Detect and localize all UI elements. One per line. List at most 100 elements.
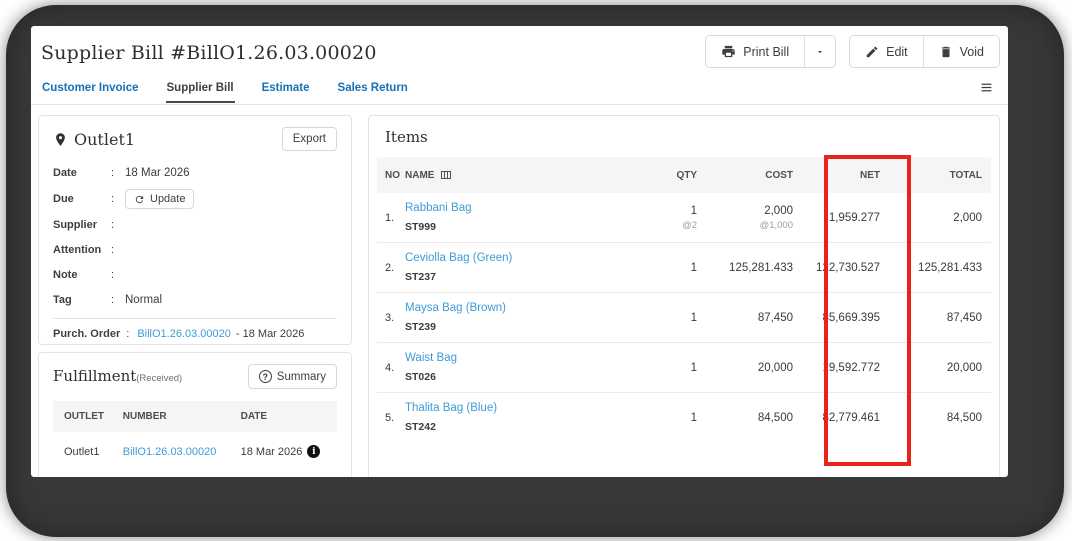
outlet-title-row: Outlet1 Export (53, 127, 337, 151)
fulfillment-table: OUTLET NUMBER DATE Outlet1 BillO1.26.03.… (53, 401, 337, 468)
edit-button[interactable]: Edit (850, 36, 923, 67)
fulfillment-header-row: OUTLET NUMBER DATE (53, 401, 337, 432)
supplier-label: Supplier (53, 219, 98, 231)
trash-icon (939, 45, 953, 59)
print-bill-label: Print Bill (743, 44, 790, 59)
date-label: Date (53, 167, 77, 179)
tab-estimate[interactable]: Estimate (261, 80, 311, 103)
item-row-5: 5. Thalita Bag (Blue) ST242 1 84,500 82,… (377, 392, 991, 442)
item-row-3: 3. Maysa Bag (Brown) ST239 1 87,450 85,6… (377, 292, 991, 343)
item-total: 84,500 (946, 411, 982, 424)
note-label: Note (53, 269, 78, 281)
summary-button[interactable]: ? Summary (247, 364, 337, 389)
menu-hamburger-icon[interactable] (979, 80, 994, 94)
print-button-group: Print Bill (705, 35, 837, 68)
col-header-no: NO (385, 169, 400, 181)
fulfillment-row: Outlet1 BillO1.26.03.00020 18 Mar 2026 i (53, 432, 337, 468)
items-header-row: NO NAME QTY COST NET TOTAL (377, 157, 991, 193)
colon: : (111, 294, 115, 306)
item-name-link[interactable]: Waist Bag (405, 352, 595, 364)
print-bill-button[interactable]: Print Bill (706, 36, 805, 67)
tab-sales-return[interactable]: Sales Return (337, 80, 409, 103)
item-no: 4. (377, 342, 405, 393)
item-qty: 1 (690, 311, 697, 324)
col-header-total: TOTAL (949, 169, 982, 181)
update-label: Update (150, 193, 186, 205)
item-qty: 1 (690, 361, 697, 374)
col-header-name: NAME (405, 157, 595, 193)
item-cost-sub: @1,000 (759, 219, 793, 231)
outlet-title: Outlet1 (53, 130, 135, 149)
detail-row-attention: Attention : (53, 240, 337, 260)
fulfillment-title-text: Fulfillment (53, 367, 137, 385)
col-header-cost: COST (765, 169, 793, 181)
item-code: ST239 (405, 321, 436, 333)
item-cost: 2,000 (764, 204, 793, 217)
item-name-link[interactable]: Ceviolla Bag (Green) (405, 252, 595, 264)
outlet-panel: Outlet1 Export Date : 18 Mar 2026 Due : (38, 115, 352, 345)
col-header-number: NUMBER (122, 411, 167, 422)
item-no: 3. (377, 292, 405, 343)
item-total: 20,000 (946, 361, 982, 374)
content-area: Outlet1 Export Date : 18 Mar 2026 Due : (31, 105, 1008, 477)
fulfillment-number-link[interactable]: BillO1.26.03.00020 (123, 446, 217, 458)
fulfillment-date: 18 Mar 2026 (240, 445, 303, 458)
tag-label: Tag (53, 294, 72, 306)
printer-icon (721, 44, 736, 59)
col-header-outlet: OUTLET (64, 411, 104, 422)
colon: : (111, 167, 115, 179)
item-code: ST237 (405, 271, 436, 283)
page-title: Supplier Bill #BillO1.26.03.00020 (41, 42, 377, 64)
item-total: 87,450 (946, 311, 982, 324)
item-name-link[interactable]: Thalita Bag (Blue) (405, 402, 595, 414)
print-options-caret[interactable] (804, 36, 836, 67)
item-net: 1,959.277 (828, 211, 880, 224)
item-cost: 84,500 (757, 411, 793, 424)
item-qty: 1 (690, 261, 697, 274)
update-due-button[interactable]: Update (125, 189, 195, 209)
item-qty-sub: @2 (682, 219, 697, 231)
outlet-name: Outlet1 (74, 129, 136, 149)
item-name-link[interactable]: Rabbani Bag (405, 202, 595, 214)
tabs-row: Customer Invoice Supplier Bill Estimate … (31, 80, 1008, 105)
item-total: 2,000 (953, 211, 982, 224)
colon: : (111, 244, 115, 256)
item-name-link[interactable]: Maysa Bag (Brown) (405, 302, 595, 314)
item-cost: 20,000 (757, 361, 793, 374)
info-icon[interactable]: i (307, 445, 321, 458)
col-header-qty: QTY (676, 169, 697, 181)
items-title: Items (385, 128, 428, 146)
item-row-1: 1. Rabbani Bag ST999 1 @2 2,000 @1,000 1,9… (377, 193, 991, 243)
colon: : (111, 193, 115, 205)
colon: : (126, 328, 130, 340)
purchase-order-label: Purch. Order (53, 328, 121, 340)
question-circle-icon: ? (258, 370, 272, 383)
item-no: 2. (377, 242, 405, 293)
location-pin-icon (53, 132, 68, 147)
item-no: 1. (385, 211, 395, 224)
item-code: ST999 (405, 221, 436, 233)
items-table: NO NAME QTY COST NET TOTAL 1. Rabbani Ba… (377, 157, 991, 442)
refresh-icon (134, 194, 145, 205)
item-cost: 87,450 (757, 311, 793, 324)
purchase-order-date: - 18 Mar 2026 (235, 328, 305, 340)
outlet-details: Date : 18 Mar 2026 Due : Update Supplier… (53, 163, 337, 310)
edit-pencil-icon (865, 45, 879, 59)
export-button[interactable]: Export (281, 127, 337, 151)
void-button[interactable]: Void (922, 36, 999, 67)
columns-icon[interactable] (440, 169, 452, 181)
item-total: 125,281.433 (918, 261, 982, 274)
item-qty: 1 (690, 411, 697, 424)
summary-label: Summary (276, 370, 326, 383)
header-actions: Print Bill Edit Void (705, 35, 1000, 68)
fulfillment-title: Fulfillment(Received) (53, 367, 182, 386)
tab-supplier-bill[interactable]: Supplier Bill (165, 80, 235, 103)
purchase-order-link[interactable]: BillO1.26.03.00020 (137, 328, 231, 340)
detail-row-note: Note : (53, 265, 337, 285)
fulfillment-outlet: Outlet1 (64, 445, 100, 458)
tag-value: Normal (125, 294, 163, 306)
fulfillment-title-row: Fulfillment(Received) ? Summary (53, 364, 337, 389)
tab-customer-invoice[interactable]: Customer Invoice (41, 80, 140, 103)
item-net: 85,669.395 (822, 311, 880, 324)
chevron-down-icon (815, 47, 825, 57)
